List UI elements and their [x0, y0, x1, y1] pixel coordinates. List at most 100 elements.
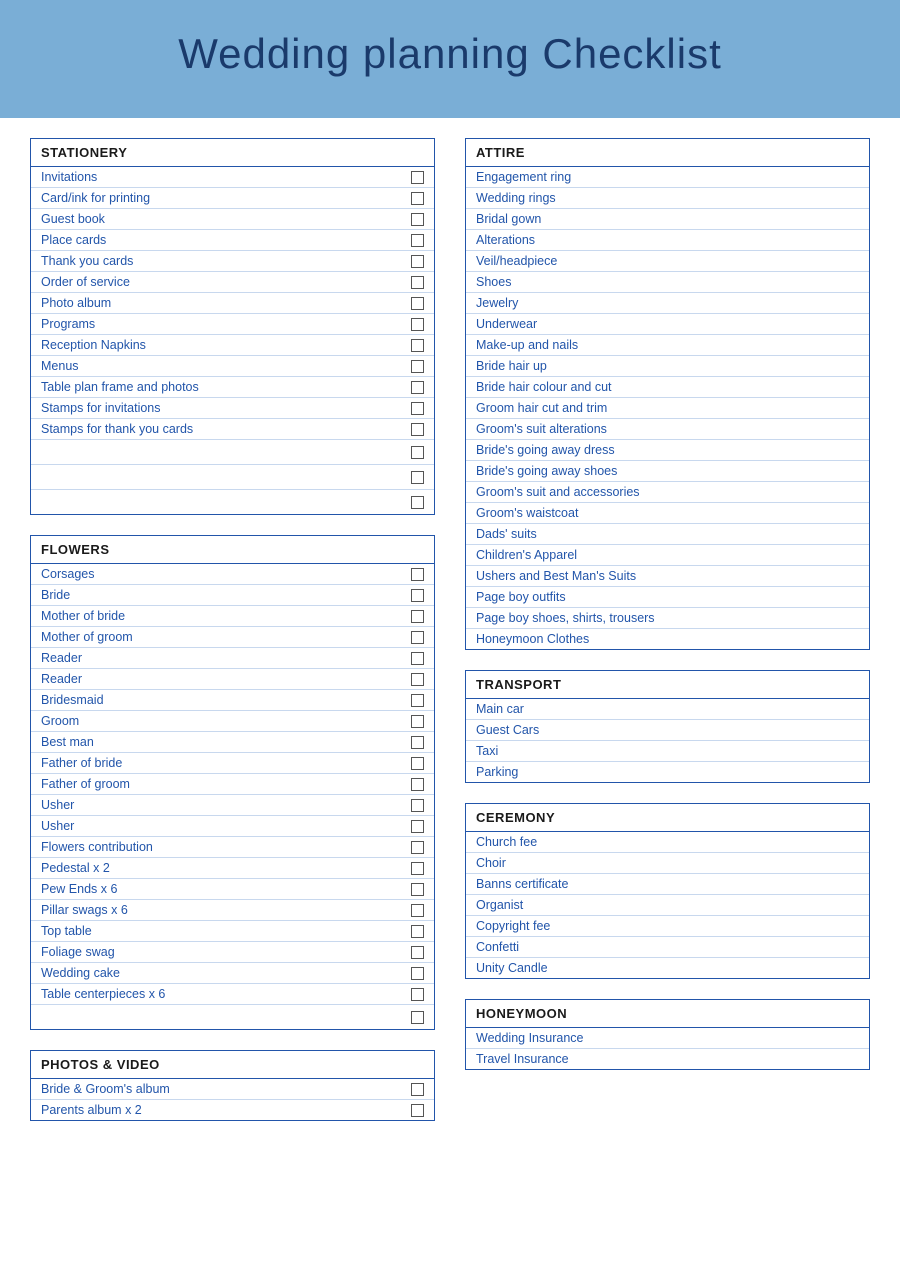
checkbox[interactable]: [411, 297, 424, 310]
list-item: Ushers and Best Man's Suits: [466, 566, 869, 587]
checkbox[interactable]: [411, 471, 424, 484]
section-title-stationery: STATIONERY: [31, 139, 434, 167]
no-checkbox: [846, 234, 859, 247]
item-label: Guest Cars: [476, 723, 539, 737]
no-checkbox: [846, 836, 859, 849]
list-item: Wedding cake: [31, 963, 434, 984]
checkbox[interactable]: [411, 318, 424, 331]
checkbox[interactable]: [411, 904, 424, 917]
item-label: Reader: [41, 651, 82, 665]
checkbox[interactable]: [411, 589, 424, 602]
checkbox[interactable]: [411, 883, 424, 896]
item-label: Wedding rings: [476, 191, 556, 205]
item-label: Bride hair up: [476, 359, 547, 373]
item-label: Groom's waistcoat: [476, 506, 578, 520]
checkbox[interactable]: [411, 171, 424, 184]
list-item: Father of groom: [31, 774, 434, 795]
item-label: Reader: [41, 672, 82, 686]
checkbox[interactable]: [411, 967, 424, 980]
checkbox[interactable]: [411, 213, 424, 226]
checkbox[interactable]: [411, 192, 424, 205]
list-item: Jewelry: [466, 293, 869, 314]
checkbox[interactable]: [411, 276, 424, 289]
checkbox[interactable]: [411, 652, 424, 665]
section-ceremony: CEREMONYChurch feeChoirBanns certificate…: [465, 803, 870, 979]
item-label: Father of groom: [41, 777, 130, 791]
item-label: Stamps for invitations: [41, 401, 161, 415]
item-label: Bride's going away dress: [476, 443, 615, 457]
checkbox[interactable]: [411, 820, 424, 833]
checkbox[interactable]: [411, 496, 424, 509]
checkbox[interactable]: [411, 1104, 424, 1117]
checkbox[interactable]: [411, 446, 424, 459]
list-item: Parking: [466, 762, 869, 782]
list-item: Menus: [31, 356, 434, 377]
list-item: Foliage swag: [31, 942, 434, 963]
checkbox[interactable]: [411, 694, 424, 707]
list-item: Usher: [31, 816, 434, 837]
section-title-transport: TRANSPORT: [466, 671, 869, 699]
checkbox[interactable]: [411, 673, 424, 686]
no-checkbox: [846, 899, 859, 912]
list-item: Unity Candle: [466, 958, 869, 978]
item-label: Groom: [41, 714, 79, 728]
item-label: Invitations: [41, 170, 97, 184]
no-checkbox: [846, 381, 859, 394]
item-label: Veil/headpiece: [476, 254, 557, 268]
item-label: Church fee: [476, 835, 537, 849]
checkbox[interactable]: [411, 255, 424, 268]
checkbox[interactable]: [411, 715, 424, 728]
no-checkbox: [846, 1053, 859, 1066]
section-transport: TRANSPORTMain carGuest CarsTaxiParking: [465, 670, 870, 783]
checkbox[interactable]: [411, 610, 424, 623]
list-item: Mother of bride: [31, 606, 434, 627]
checkbox[interactable]: [411, 988, 424, 1001]
list-item: Stamps for invitations: [31, 398, 434, 419]
section-photos-video: PHOTOS & VIDEOBride & Groom's albumParen…: [30, 1050, 435, 1121]
checkbox[interactable]: [411, 423, 424, 436]
checkbox[interactable]: [411, 568, 424, 581]
list-item: Stamps for thank you cards: [31, 419, 434, 440]
checkbox[interactable]: [411, 381, 424, 394]
checkbox[interactable]: [411, 757, 424, 770]
item-label: Unity Candle: [476, 961, 548, 975]
checkbox[interactable]: [411, 841, 424, 854]
no-checkbox: [846, 255, 859, 268]
list-item: Invitations: [31, 167, 434, 188]
checkbox[interactable]: [411, 1011, 424, 1024]
list-item: Table centerpieces x 6: [31, 984, 434, 1005]
item-label: Wedding cake: [41, 966, 120, 980]
item-label: Place cards: [41, 233, 106, 247]
no-checkbox: [846, 507, 859, 520]
checkbox[interactable]: [411, 736, 424, 749]
list-item: Bride & Groom's album: [31, 1079, 434, 1100]
item-label: Father of bride: [41, 756, 122, 770]
checkbox[interactable]: [411, 778, 424, 791]
checkbox[interactable]: [411, 631, 424, 644]
list-item: Engagement ring: [466, 167, 869, 188]
no-checkbox: [846, 276, 859, 289]
item-label: Parents album x 2: [41, 1103, 142, 1117]
checkbox[interactable]: [411, 402, 424, 415]
checkbox[interactable]: [411, 862, 424, 875]
checkbox[interactable]: [411, 925, 424, 938]
checkbox[interactable]: [411, 360, 424, 373]
list-item: Flowers contribution: [31, 837, 434, 858]
list-item: Order of service: [31, 272, 434, 293]
no-checkbox: [846, 1032, 859, 1045]
item-label: Underwear: [476, 317, 537, 331]
checkbox[interactable]: [411, 1083, 424, 1096]
item-label: Jewelry: [476, 296, 518, 310]
no-checkbox: [846, 549, 859, 562]
checkbox[interactable]: [411, 799, 424, 812]
no-checkbox: [846, 612, 859, 625]
list-item: Pew Ends x 6: [31, 879, 434, 900]
item-label: Taxi: [476, 744, 498, 758]
list-item: Wedding rings: [466, 188, 869, 209]
checkbox[interactable]: [411, 339, 424, 352]
list-item: Corsages: [31, 564, 434, 585]
no-checkbox: [846, 633, 859, 646]
checkbox[interactable]: [411, 946, 424, 959]
list-item: Organist: [466, 895, 869, 916]
checkbox[interactable]: [411, 234, 424, 247]
